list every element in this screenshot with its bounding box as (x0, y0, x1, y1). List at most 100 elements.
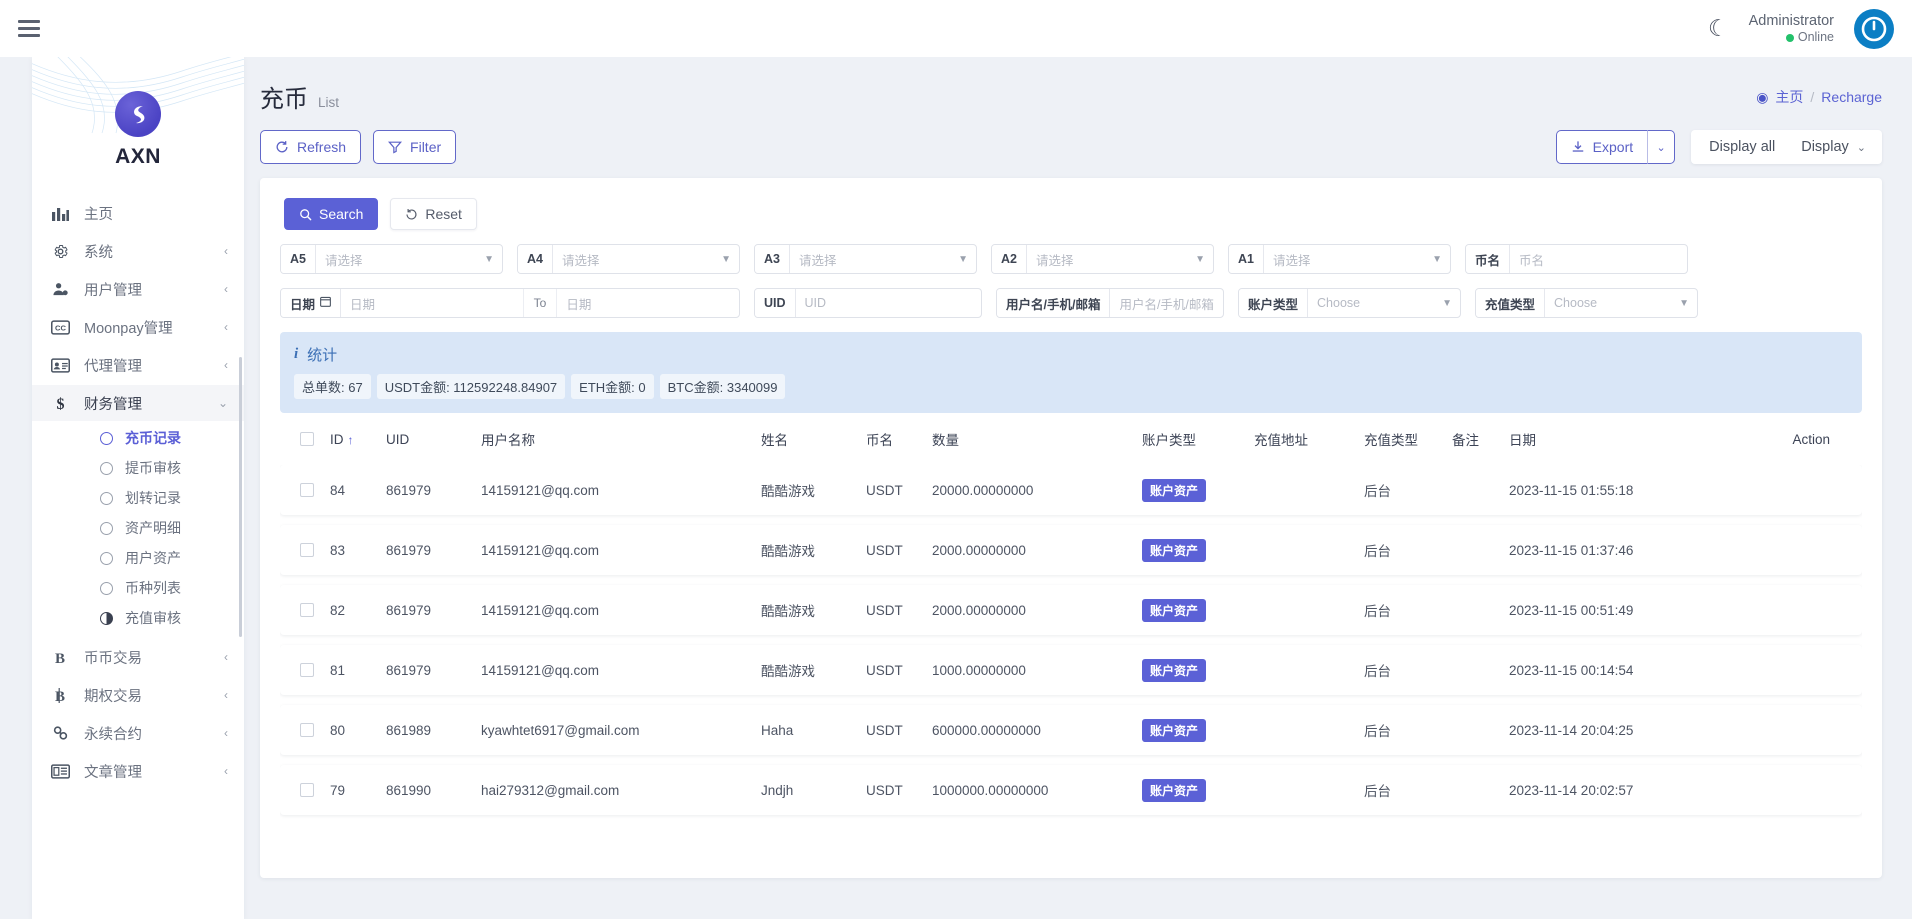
filter-username[interactable]: 用户名/手机/邮箱 用户名/手机/邮箱 (996, 288, 1224, 318)
sidebar-scrollbar[interactable] (239, 357, 242, 637)
filter-username-input[interactable]: 用户名/手机/邮箱 (1110, 289, 1223, 317)
sidebar-item-recharge-review[interactable]: 充值审核 (32, 603, 244, 633)
sidebar-item-home[interactable]: 主页 (32, 195, 244, 231)
filter-a2[interactable]: A2 请选择 ▼ (991, 244, 1214, 274)
column-header-coin[interactable]: 币名 (866, 429, 932, 449)
filter-button[interactable]: Filter (373, 130, 457, 164)
filter-a4-value[interactable]: 请选择 (553, 245, 721, 273)
table-row[interactable]: 84 861979 14159121@qq.com 酷酷游戏 USDT 2000… (280, 465, 1862, 515)
row-checkbox[interactable] (300, 483, 314, 497)
filter-coin-name-input[interactable]: 币名 (1510, 245, 1687, 273)
column-header-date[interactable]: 日期 (1509, 429, 1769, 449)
column-header-id[interactable]: ID ↑ (330, 432, 386, 447)
dollar-icon: $ (50, 395, 70, 412)
brand-logo-icon (115, 91, 161, 137)
credit-card-icon: CC (50, 319, 70, 335)
topbar-right-group: ☾ Administrator Online (1708, 8, 1912, 49)
filter-a4-label: A4 (518, 245, 553, 273)
row-checkbox[interactable] (300, 543, 314, 557)
column-header-note[interactable]: 备注 (1452, 429, 1509, 449)
filter-a1[interactable]: A1 请选择 ▼ (1228, 244, 1451, 274)
chevron-left-icon: ‹ (224, 764, 228, 778)
sidebar-item-user-assets[interactable]: 用户资产 (32, 543, 244, 573)
table-row[interactable]: 81 861979 14159121@qq.com 酷酷游戏 USDT 1000… (280, 645, 1862, 695)
column-header-amount[interactable]: 数量 (932, 429, 1142, 449)
row-checkbox-cell (284, 663, 330, 677)
column-header-uid[interactable]: UID (386, 432, 481, 447)
column-header-action: Action (1792, 431, 1830, 447)
filter-account-type-value[interactable]: Choose (1308, 289, 1442, 317)
breadcrumb-current-link[interactable]: Recharge (1821, 89, 1882, 105)
display-dropdown[interactable]: Display ⌄ (1793, 139, 1882, 155)
sidebar-item-moonpay-management[interactable]: CC Moonpay管理 ‹ (32, 309, 244, 345)
filter-recharge-type-value[interactable]: Choose (1545, 289, 1679, 317)
export-dropdown-toggle[interactable]: ⌄ (1647, 130, 1676, 164)
avatar[interactable] (1854, 8, 1894, 49)
column-header-recharge-address[interactable]: 充值地址 (1254, 429, 1364, 449)
filter-recharge-type-label: 充值类型 (1476, 289, 1546, 317)
filter-recharge-type[interactable]: 充值类型 Choose ▼ (1475, 288, 1698, 318)
cell-id: 83 (330, 542, 346, 558)
filter-account-type[interactable]: 账户类型 Choose ▼ (1238, 288, 1461, 318)
refresh-button[interactable]: Refresh (260, 130, 362, 164)
sidebar-item-asset-details[interactable]: 资产明细 (32, 513, 244, 543)
filter-date-end-input[interactable]: 日期 (557, 289, 739, 317)
breadcrumb-home-link[interactable]: 主页 (1775, 87, 1803, 107)
row-checkbox[interactable] (300, 783, 314, 797)
filter-a3-value[interactable]: 请选择 (790, 245, 958, 273)
filter-uid-input[interactable]: UID (796, 289, 981, 317)
reset-icon (406, 208, 417, 220)
filter-a5-value[interactable]: 请选择 (316, 245, 484, 273)
table-row[interactable]: 79 861990 hai279312@gmail.com Jndjh USDT… (280, 765, 1862, 815)
chevron-down-icon: ▼ (958, 253, 968, 265)
sidebar-item-perpetual-contract[interactable]: 永续合约 ‹ (32, 715, 244, 751)
filter-a5[interactable]: A5 请选择 ▼ (280, 244, 503, 274)
filter-uid[interactable]: UID UID (754, 288, 982, 318)
sidebar-item-finance-management[interactable]: $ 财务管理 ⌄ (32, 385, 244, 421)
hamburger-icon[interactable] (18, 16, 44, 42)
column-header-name[interactable]: 姓名 (761, 429, 866, 449)
select-all-checkbox[interactable] (300, 432, 314, 446)
sidebar-item-spot-trading[interactable]: B 币币交易 ‹ (32, 639, 244, 675)
sidebar-item-transfer-records[interactable]: 划转记录 (32, 483, 244, 513)
filter-date-range[interactable]: 日期 日期 To 日期 (280, 288, 740, 318)
user-block[interactable]: Administrator Online (1749, 12, 1834, 46)
display-all-button[interactable]: Display all (1691, 139, 1793, 155)
reset-button[interactable]: Reset (390, 198, 477, 230)
sidebar-item-article-management[interactable]: 文章管理 ‹ (32, 753, 244, 789)
chevron-left-icon: ‹ (224, 244, 228, 258)
column-header-recharge-type[interactable]: 充值类型 (1364, 429, 1452, 449)
search-button[interactable]: Search (284, 198, 379, 230)
export-button[interactable]: Export (1555, 130, 1648, 164)
cell-amount: 1000.00000000 (932, 662, 1026, 678)
filter-a5-label: A5 (281, 245, 316, 273)
table-row[interactable]: 82 861979 14159121@qq.com 酷酷游戏 USDT 2000… (280, 585, 1862, 635)
chart-bars-icon (50, 206, 70, 221)
filter-date-start-input[interactable]: 日期 (341, 289, 523, 317)
row-checkbox-cell (284, 543, 330, 557)
table-row[interactable]: 83 861979 14159121@qq.com 酷酷游戏 USDT 2000… (280, 525, 1862, 575)
sidebar-item-system[interactable]: 系统 ‹ (32, 233, 244, 269)
row-checkbox[interactable] (300, 663, 314, 677)
sidebar-item-coin-list[interactable]: 币种列表 (32, 573, 244, 603)
brand[interactable]: AXN (32, 57, 244, 169)
sidebar-item-recharge-records[interactable]: 充币记录 (32, 423, 244, 453)
row-checkbox[interactable] (300, 723, 314, 737)
sidebar-item-user-management[interactable]: 用户管理 ‹ (32, 271, 244, 307)
sidebar-item-label: Moonpay管理 (84, 320, 173, 337)
row-checkbox[interactable] (300, 603, 314, 617)
filter-a4[interactable]: A4 请选择 ▼ (517, 244, 740, 274)
filter-a1-value[interactable]: 请选择 (1264, 245, 1432, 273)
column-header-username[interactable]: 用户名称 (481, 429, 761, 449)
sidebar-item-agent-management[interactable]: 代理管理 ‹ (32, 347, 244, 383)
column-header-account-type[interactable]: 账户类型 (1142, 429, 1254, 449)
filter-account-type-label: 账户类型 (1239, 289, 1309, 317)
moon-icon[interactable]: ☾ (1708, 17, 1729, 40)
sidebar-item-withdraw-review[interactable]: 提币审核 (32, 453, 244, 483)
page-header: 充币 List ◉ 主页 / Recharge (244, 57, 1912, 114)
filter-coin-name[interactable]: 币名 币名 (1465, 244, 1688, 274)
table-row[interactable]: 80 861989 kyawhtet6917@gmail.com Haha US… (280, 705, 1862, 755)
sidebar-item-options-trading[interactable]: B 期权交易 ‹ (32, 677, 244, 713)
filter-a3[interactable]: A3 请选择 ▼ (754, 244, 977, 274)
filter-a2-value[interactable]: 请选择 (1027, 245, 1195, 273)
